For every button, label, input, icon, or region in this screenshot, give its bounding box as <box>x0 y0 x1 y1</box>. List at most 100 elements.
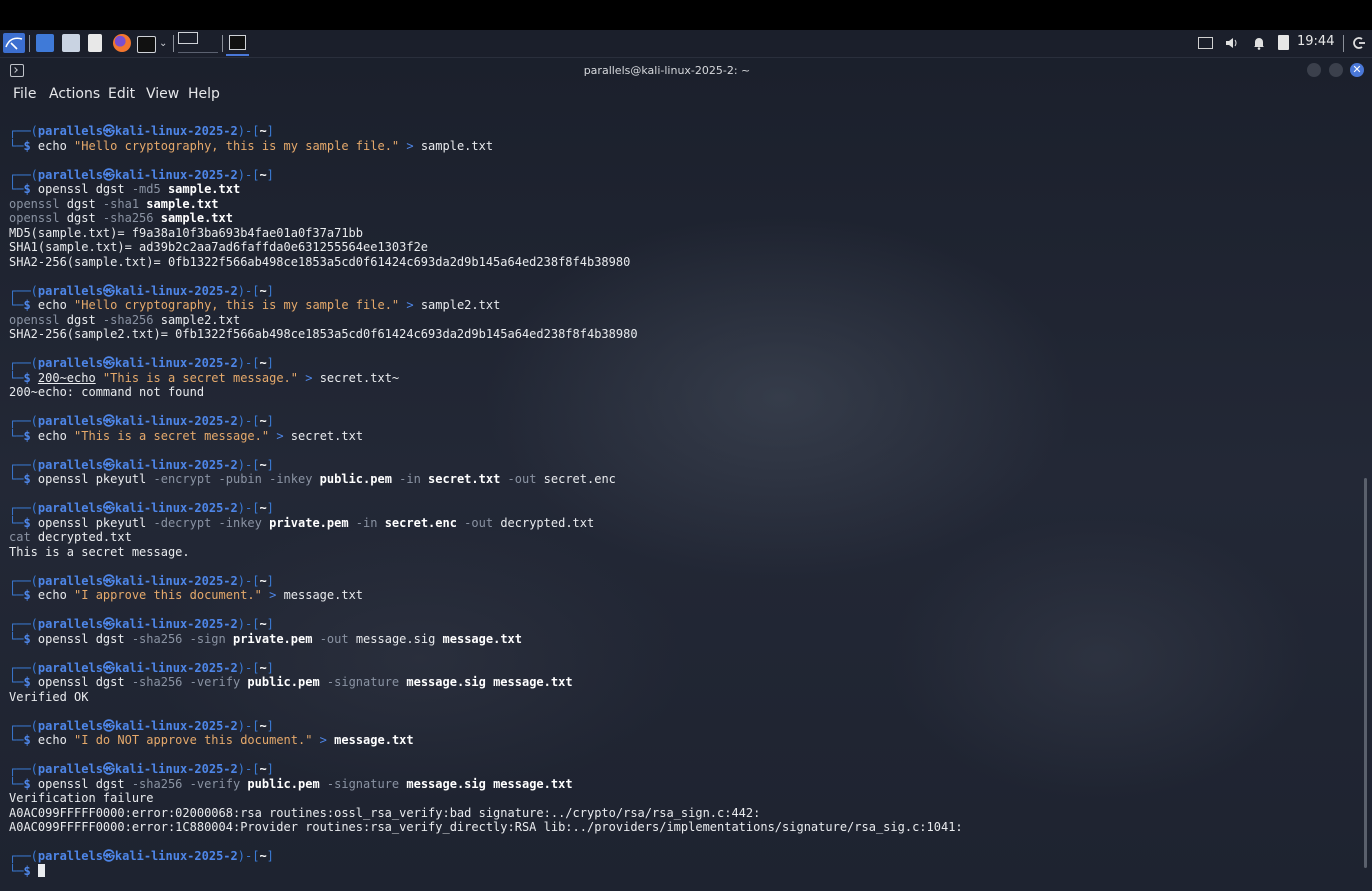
menu-edit[interactable]: Edit <box>108 86 135 102</box>
minimize-button[interactable] <box>1307 63 1321 77</box>
command-line: └─$ openssl dgst -md5 sample.txt <box>9 182 1349 197</box>
output-text: dgst <box>66 211 103 225</box>
chevron-down-icon[interactable]: ⌄ <box>159 38 167 49</box>
scrollbar[interactable] <box>1364 478 1367 868</box>
output-line: MD5(sample.txt)= f9a38a10f3ba693b4fae01a… <box>9 226 1349 241</box>
command-token: message.sig message.txt <box>406 776 573 791</box>
command-token: echo <box>37 733 75 747</box>
notification-bell-icon[interactable] <box>1251 35 1267 51</box>
prompt-bracket: )-[ <box>237 660 260 675</box>
output-text: 200~echo: command not found <box>9 385 205 399</box>
files-icon[interactable] <box>36 34 54 52</box>
workspace-switcher[interactable] <box>178 32 218 53</box>
menu-view[interactable]: View <box>146 86 179 102</box>
text-editor-icon[interactable] <box>88 34 102 52</box>
terminal-output[interactable]: ┌──(parallels㉿kali-linux-2025-2)-[~] └─$ … <box>9 124 1349 878</box>
kali-menu-icon[interactable] <box>3 33 25 53</box>
terminal-window[interactable]: parallels@kali-linux-2025-2: ~ ✕ File Ac… <box>0 58 1372 891</box>
prompt-user: parallels㉿kali-linux-2025-2 <box>37 501 238 515</box>
prompt-bracket: )-[ <box>237 573 260 588</box>
taskbar: ⌄ 19:44 <box>0 30 1372 58</box>
output-line: A0AC099FFFFF0000:error:02000068:rsa rout… <box>9 806 1349 821</box>
menu-actions[interactable]: Actions <box>49 86 100 102</box>
prompt-bracket: └─ <box>9 776 24 791</box>
display-icon[interactable] <box>1198 37 1213 49</box>
output-line: openssl dgst -sha256 sample2.txt <box>9 313 1349 328</box>
prompt-bracket: ┌──( <box>9 573 38 588</box>
command-token: secret.txt~ <box>319 370 400 385</box>
prompt-bracket: └─ <box>9 733 24 747</box>
command-token: -in <box>348 515 385 530</box>
command-token: -md5 <box>131 182 168 196</box>
prompt-symbol: $ <box>23 776 38 791</box>
text-cursor[interactable] <box>37 863 45 877</box>
command-token: "I do NOT approve this document." <box>74 733 313 747</box>
command-line: └─$ echo "Hello cryptography, this is my… <box>9 139 1349 154</box>
prompt-dir: ~ <box>259 457 267 472</box>
command-token: message.txt <box>334 733 414 747</box>
volume-icon[interactable] <box>1224 35 1240 51</box>
output-text: A0AC099FFFFF0000:error:02000068:rsa rout… <box>9 805 761 820</box>
prompt-bracket: ┌──( <box>9 124 38 138</box>
battery-icon[interactable] <box>1278 35 1289 50</box>
taskbar-separator <box>29 35 30 52</box>
prompt-user: parallels㉿kali-linux-2025-2 <box>37 718 238 733</box>
command-token: 200~echo <box>37 370 96 385</box>
command-token: message.txt <box>283 588 364 602</box>
prompt-bracket: └─ <box>9 370 24 385</box>
prompt-bracket: ] <box>266 762 274 776</box>
terminal-icon[interactable] <box>137 36 156 53</box>
folder-icon[interactable] <box>62 34 80 52</box>
output-text: Verified OK <box>9 689 89 704</box>
firefox-icon[interactable] <box>113 34 131 52</box>
prompt-bracket: ┌──( <box>9 718 38 733</box>
output-line: openssl dgst -sha1 sample.txt <box>9 197 1349 212</box>
command-token: -in <box>391 472 429 486</box>
output-line: This is a secret message. <box>9 545 1349 560</box>
clock[interactable]: 19:44 <box>1297 34 1334 49</box>
prompt-symbol: $ <box>23 428 38 443</box>
prompt-user: parallels㉿kali-linux-2025-2 <box>37 617 238 631</box>
prompt-bracket: ] <box>266 573 274 588</box>
command-token: sample2.txt <box>420 298 501 312</box>
prompt-symbol: $ <box>23 182 38 196</box>
prompt-dir: ~ <box>259 356 267 370</box>
command-line: └─$ echo "I do NOT approve this document… <box>9 733 1349 748</box>
prompt-bracket: └─ <box>9 182 24 196</box>
prompt-bracket: )-[ <box>237 617 260 631</box>
output-line: openssl dgst -sha256 sample.txt <box>9 211 1349 226</box>
prompt-bracket: ] <box>266 617 274 631</box>
output-line: A0AC099FFFFF0000:error:1C880004:Provider… <box>9 820 1349 835</box>
command-token: message.sig <box>355 631 443 646</box>
prompt-line: ┌──(parallels㉿kali-linux-2025-2)-[~] <box>9 617 1349 632</box>
prompt-line: ┌──(parallels㉿kali-linux-2025-2)-[~] <box>9 719 1349 734</box>
logout-icon[interactable] <box>1351 35 1367 51</box>
menu-file[interactable]: File <box>13 86 36 102</box>
prompt-line: ┌──(parallels㉿kali-linux-2025-2)-[~] <box>9 356 1349 371</box>
prompt-bracket: ] <box>266 356 274 370</box>
prompt-symbol: $ <box>23 675 38 689</box>
output-line: Verification failure <box>9 791 1349 806</box>
command-line: └─$ 200~echo "This is a secret message."… <box>9 371 1349 386</box>
prompt-user: parallels㉿kali-linux-2025-2 <box>37 849 238 863</box>
output-text: openssl <box>9 211 67 225</box>
output-line: SHA2-256(sample.txt)= 0fb1322f566ab498ce… <box>9 255 1349 270</box>
prompt-line: ┌──(parallels㉿kali-linux-2025-2)-[~] <box>9 284 1349 299</box>
window-titlebar[interactable]: parallels@kali-linux-2025-2: ~ ✕ <box>0 58 1372 82</box>
prompt-dir: ~ <box>259 849 267 863</box>
maximize-button[interactable] <box>1329 63 1343 77</box>
prompt-dir: ~ <box>259 124 267 138</box>
output-text: dgst <box>66 312 103 327</box>
command-token: "This is a secret message." <box>74 428 270 443</box>
close-button[interactable]: ✕ <box>1350 63 1364 77</box>
command-token: public.pem <box>319 472 392 486</box>
output-text: -sha256 <box>102 211 161 225</box>
menu-help[interactable]: Help <box>188 86 220 102</box>
terminal-window-icon[interactable] <box>226 32 249 56</box>
prompt-symbol: $ <box>23 863 38 878</box>
output-text: -sha256 <box>102 312 161 327</box>
